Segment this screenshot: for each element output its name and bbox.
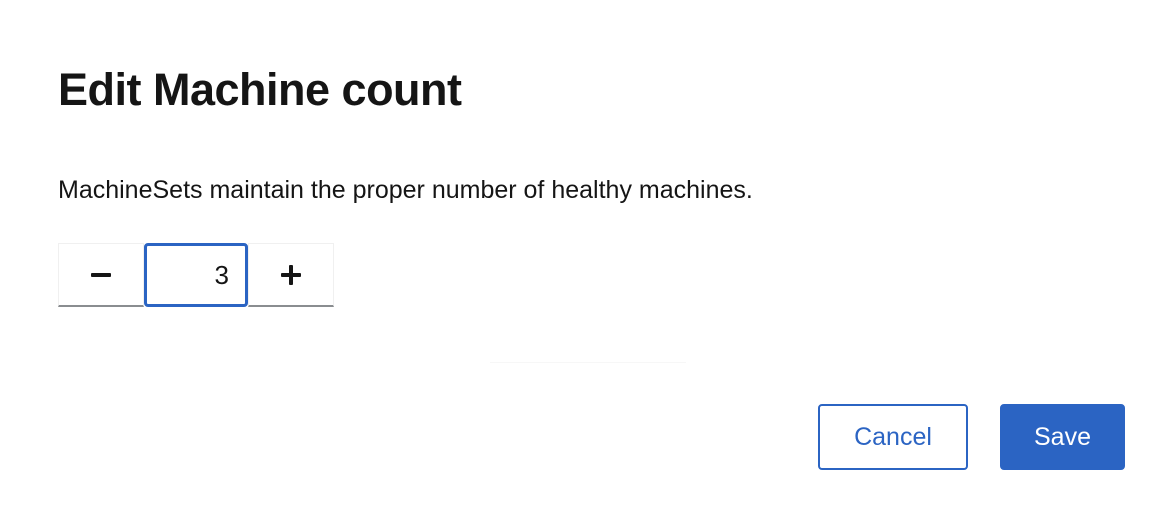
modal-description: MachineSets maintain the proper number o… <box>58 176 753 204</box>
edit-machine-count-modal: Edit Machine count MachineSets maintain … <box>0 0 1176 526</box>
cancel-button[interactable]: Cancel <box>818 404 968 470</box>
machine-count-input[interactable] <box>144 243 248 307</box>
decrement-button[interactable] <box>58 243 144 307</box>
machine-count-stepper <box>58 243 334 307</box>
plus-icon <box>281 264 301 285</box>
modal-title: Edit Machine count <box>58 64 462 115</box>
modal-actions: Cancel Save <box>818 404 1125 470</box>
increment-button[interactable] <box>248 243 334 307</box>
divider <box>490 362 686 363</box>
minus-icon <box>91 272 111 277</box>
save-button[interactable]: Save <box>1000 404 1125 470</box>
